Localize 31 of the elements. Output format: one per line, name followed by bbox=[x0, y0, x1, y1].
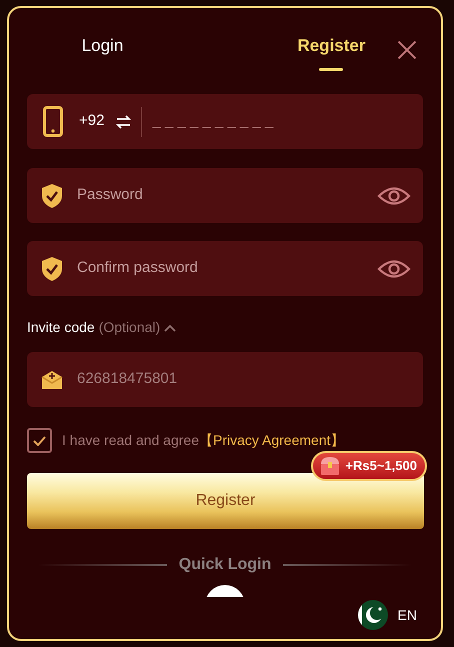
phone-field[interactable]: +92 _ _ _ _ _ _ _ _ _ _ bbox=[27, 94, 423, 149]
language-code[interactable]: EN bbox=[398, 604, 417, 626]
checkmark-icon bbox=[33, 436, 46, 446]
envelope-icon bbox=[41, 370, 63, 390]
bonus-badge: +Rs5~1,500 bbox=[311, 451, 427, 481]
tab[interactable]: Login bbox=[82, 29, 124, 71]
invite-code-field[interactable]: 626818475801 bbox=[27, 352, 423, 407]
tab[interactable]: Register bbox=[297, 29, 366, 71]
treasure-chest-icon bbox=[319, 456, 342, 476]
eye-icon[interactable] bbox=[377, 258, 411, 280]
register-button[interactable]: Register bbox=[27, 473, 424, 529]
eye-icon[interactable] bbox=[377, 184, 411, 206]
phone-number-input[interactable]: _ _ _ _ _ _ _ _ _ _ bbox=[152, 110, 352, 133]
country-code[interactable]: +92 bbox=[79, 110, 104, 133]
shield-check-icon bbox=[41, 256, 63, 282]
password-input[interactable]: Password bbox=[77, 184, 377, 207]
agreement-text: I have read and agree bbox=[62, 431, 199, 450]
password-input[interactable]: Confirm password bbox=[77, 257, 377, 280]
caret-icon[interactable] bbox=[164, 324, 176, 332]
optional-hint: (Optional) bbox=[98, 318, 160, 337]
agree-checkbox[interactable] bbox=[27, 428, 52, 453]
shield-check-icon bbox=[41, 182, 63, 208]
password-field[interactable]: Confirm password bbox=[27, 241, 423, 296]
quick-login-label: Quick Login bbox=[178, 555, 272, 575]
invite-code-label: Invite code bbox=[27, 318, 95, 337]
privacy-agreement-link[interactable]: 【Privacy Agreement】 bbox=[199, 430, 344, 451]
swap-icon[interactable] bbox=[116, 114, 132, 128]
password-field[interactable]: Password bbox=[27, 168, 423, 223]
flag-icon[interactable] bbox=[358, 600, 388, 630]
invite-code-input[interactable]: 626818475801 bbox=[77, 368, 337, 391]
phone-icon bbox=[43, 106, 63, 137]
